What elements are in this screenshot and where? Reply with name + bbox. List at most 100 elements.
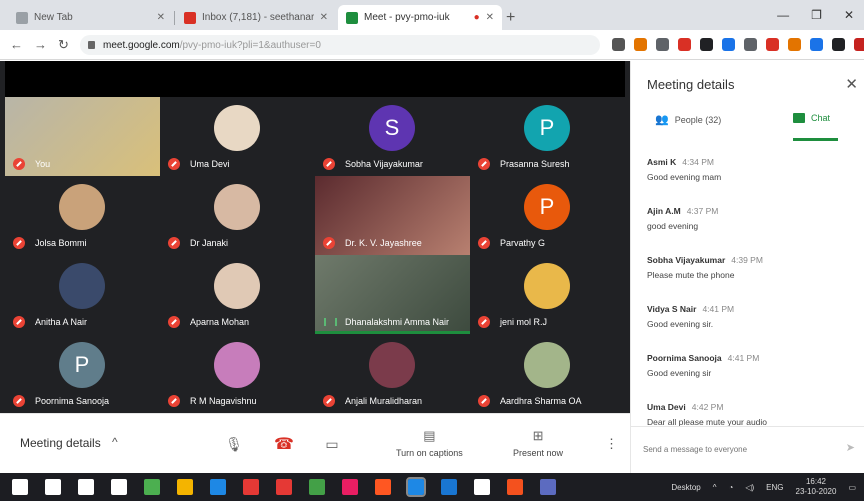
desktop-label[interactable]: Desktop [671, 483, 700, 492]
volume-icon[interactable]: ◁) [745, 483, 754, 492]
participant-tile[interactable]: P Prasanna Suresh [470, 97, 625, 176]
close-tab-icon[interactable]: ✕ [486, 12, 494, 23]
chat-message-header: Ajin A.M 4:37 PM [647, 206, 857, 216]
taskbar-app-icon[interactable] [276, 479, 292, 495]
avatar-letter: S [369, 105, 415, 151]
extension-icon[interactable] [634, 38, 647, 51]
close-window-button[interactable]: ✕ [844, 8, 854, 22]
clock-time: 16:42 [805, 477, 826, 486]
participant-tile[interactable]: Jolsa Bommi [5, 176, 160, 255]
chat-message: Asmi K 4:34 PM Good evening mam [647, 157, 857, 206]
send-icon[interactable]: ➤ [846, 441, 855, 454]
participant-tile[interactable]: R M Nagavishnu [160, 334, 315, 413]
taskbar-app-icon[interactable] [540, 479, 556, 495]
chat-message-header: Sobha Vijayakumar 4:39 PM [647, 255, 857, 265]
microphone-icon[interactable]: 🎙 [218, 428, 250, 460]
wifi-icon[interactable]: ◔ [729, 483, 734, 492]
meeting-details-button[interactable]: Meeting details [20, 436, 101, 450]
extension-icon[interactable] [700, 38, 713, 51]
reload-icon[interactable]: ↻ [58, 37, 69, 53]
taskbar-app-icon[interactable] [210, 479, 226, 495]
chevron-up-icon[interactable]: ^ [112, 435, 118, 449]
tab-new-tab[interactable]: New Tab ✕ [8, 5, 173, 30]
new-tab-button[interactable]: + [506, 9, 515, 27]
extension-icon[interactable] [766, 38, 779, 51]
extension-icon[interactable] [612, 38, 625, 51]
hang-up-button[interactable]: ☎ [268, 428, 300, 460]
forward-arrow-icon[interactable]: → [34, 37, 47, 52]
taskbar-app-icon[interactable] [342, 479, 358, 495]
captions-button[interactable]: ▤ Turn on captions [396, 428, 463, 458]
taskbar-app-icon[interactable] [177, 479, 193, 495]
extension-icon[interactable] [788, 38, 801, 51]
mic-off-icon [478, 237, 490, 249]
camera-icon[interactable]: ▭ [316, 428, 348, 460]
taskbar-app-icon[interactable] [144, 479, 160, 495]
close-icon[interactable]: ✕ [845, 75, 858, 93]
participant-name: Poornima Sanooja [35, 396, 110, 406]
participant-name-label: Uma Devi [168, 158, 230, 170]
taskbar-app-icon[interactable] [406, 477, 426, 497]
participant-name-label: You [13, 158, 50, 170]
participant-tile[interactable]: P Parvathy G [470, 176, 625, 255]
address-bar[interactable]: meet.google.com /pvy-pmo-iuk?pli=1&authu… [80, 35, 600, 55]
participant-tile[interactable]: Dr Janaki [160, 176, 315, 255]
extension-icon[interactable] [744, 38, 757, 51]
back-arrow-icon[interactable]: ← [10, 37, 23, 52]
extension-icon[interactable] [656, 38, 669, 51]
participant-tile[interactable]: Aparna Mohan [160, 255, 315, 334]
chat-sender: Poornima Sanooja [647, 353, 722, 363]
participant-name: You [35, 159, 51, 169]
taskbar-app-icon[interactable] [45, 479, 61, 495]
browser-toolbar: ← → ↻ meet.google.com /pvy-pmo-iuk?pli=1… [0, 30, 864, 60]
minimize-button[interactable]: — [777, 8, 789, 22]
extension-icon[interactable] [832, 38, 845, 51]
taskbar-app-icon[interactable] [111, 479, 127, 495]
chat-tab-label: Chat [811, 113, 831, 123]
chat-input-area: ➤ [631, 426, 864, 473]
tab-meet[interactable]: Meet - pvy-pmo-iuk ● ✕ [338, 5, 502, 30]
taskbar-app-icon[interactable] [78, 479, 94, 495]
chat-time: 4:39 PM [731, 255, 763, 265]
tab-chat[interactable]: Chat [793, 113, 830, 123]
taskbar-app-icon[interactable] [309, 479, 325, 495]
participant-tile[interactable]: Uma Devi [160, 97, 315, 176]
close-tab-icon[interactable]: ✕ [320, 12, 328, 23]
tray-chevron-icon[interactable]: ^ [713, 483, 717, 492]
avatar-photo [524, 342, 570, 388]
extension-icon[interactable] [810, 38, 823, 51]
participant-tile[interactable]: Anitha A Nair [5, 255, 160, 334]
participant-tile[interactable]: Anjali Muralidharan [315, 334, 470, 413]
restore-button[interactable]: ❐ [811, 8, 822, 22]
notifications-icon[interactable]: ▭ [848, 483, 856, 492]
participant-tile[interactable]: Dr. K. V. Jayashree [315, 176, 470, 255]
extension-icon[interactable] [854, 38, 864, 51]
taskbar-app-icon[interactable] [507, 479, 523, 495]
chat-input[interactable] [643, 439, 833, 459]
extension-icon[interactable] [722, 38, 735, 51]
chat-text: Good evening sir [647, 368, 712, 378]
tab-inbox[interactable]: Inbox (7,181) - seethanarsa@gm... ✕ [176, 5, 336, 30]
taskbar-app-icon[interactable] [12, 479, 28, 495]
taskbar-app-icon[interactable] [243, 479, 259, 495]
present-now-button[interactable]: ⊞ Present now [513, 428, 563, 458]
taskbar-app-icon[interactable] [441, 479, 457, 495]
participant-tile[interactable]: Dhanalakshmi Amma Nair [315, 255, 470, 334]
participant-name-label: Aparna Mohan [168, 316, 249, 328]
clock[interactable]: 16:42 23-10-2020 [796, 477, 837, 497]
participant-tile[interactable]: S Sobha Vijayakumar [315, 97, 470, 176]
extensions-bar [612, 38, 864, 51]
language-indicator[interactable]: ENG [766, 483, 783, 492]
close-tab-icon[interactable]: ✕ [157, 12, 165, 23]
participant-tile[interactable]: jeni mol R.J [470, 255, 625, 334]
active-tab-indicator [793, 138, 838, 141]
chat-message-header: Vidya S Nair 4:41 PM [647, 304, 857, 314]
extension-icon[interactable] [678, 38, 691, 51]
participant-tile[interactable]: You [5, 97, 160, 176]
more-options-icon[interactable]: ⋮ [605, 436, 618, 452]
participant-tile[interactable]: P Poornima Sanooja [5, 334, 160, 413]
taskbar-app-icon[interactable] [375, 479, 391, 495]
tab-people[interactable]: 👥 People (32) [655, 113, 721, 126]
participant-tile[interactable]: Aardhra Sharma OA [470, 334, 625, 413]
taskbar-app-icon[interactable] [474, 479, 490, 495]
